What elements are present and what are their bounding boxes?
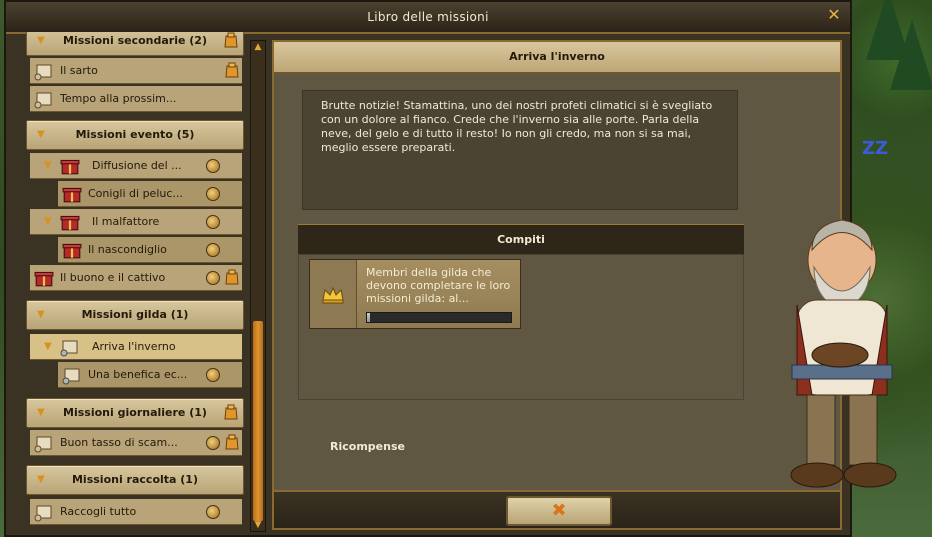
gift-icon [60, 215, 80, 231]
coin-icon [206, 271, 220, 285]
list-item-label: Diffusione del ... [92, 159, 182, 172]
chevron-down-icon: ▼ [37, 474, 45, 485]
list-item[interactable]: ▼ Diffusione del ... [30, 153, 242, 179]
section-missioni-secondarie[interactable]: ▼ Missioni secondarie (2) [26, 32, 244, 56]
section-missioni-evento[interactable]: ▼ Missioni evento (5) [26, 120, 244, 150]
list-item-label: Arriva l'inverno [92, 340, 176, 353]
bag-icon [225, 269, 239, 285]
tree [890, 20, 932, 90]
task-progress-fill [367, 313, 370, 322]
task-text: Membri della gilda che devono completare… [366, 266, 511, 305]
list-item[interactable]: Conigli di peluc... [58, 181, 242, 207]
scroll-icon [60, 340, 78, 357]
list-item-label: Il nascondiglio [88, 243, 167, 256]
task-card: Membri della gilda che devono completare… [309, 259, 521, 329]
coin-icon [206, 159, 220, 173]
list-item-label: Conigli di peluc... [88, 187, 183, 200]
scrollbar[interactable]: ▲ ▼ [250, 40, 266, 532]
chevron-down-icon: ▼ [44, 216, 52, 227]
list-item[interactable]: Il buono e il cattivo [30, 265, 242, 291]
bag-icon [225, 434, 239, 450]
scroll-icon [34, 64, 52, 81]
tasks-header: Compiti [298, 224, 744, 255]
scroll-icon [34, 436, 52, 453]
list-item[interactable]: ▼ Il malfattore [30, 209, 242, 235]
chevron-down-icon: ▼ [37, 309, 45, 320]
list-item[interactable]: Una benefica ec... [58, 362, 242, 388]
list-item[interactable]: Buon tasso di scam... [30, 430, 242, 456]
quest-book-window: Libro delle missioni ✕ ▼ Missioni second… [4, 0, 852, 537]
list-item-label: Tempo alla prossim... [60, 92, 177, 105]
list-item-label: Il sarto [60, 64, 98, 77]
gift-icon [62, 243, 82, 259]
bag-icon [224, 404, 238, 420]
list-item-label: Il buono e il cattivo [60, 271, 166, 284]
scroll-down-icon[interactable]: ▼ [251, 519, 265, 531]
scroll-icon [62, 368, 80, 385]
list-item-selected[interactable]: ▼ Arriva l'inverno [30, 334, 242, 360]
task-progress-bar [366, 312, 512, 323]
bag-icon [224, 32, 238, 48]
quest-title: Arriva l'inverno [274, 42, 840, 74]
chevron-down-icon: ▼ [44, 160, 52, 171]
scroll-up-icon[interactable]: ▲ [251, 41, 265, 53]
section-missioni-giornaliere[interactable]: ▼ Missioni giornaliere (1) [26, 398, 244, 428]
gift-icon [34, 271, 54, 287]
scrollbar-thumb[interactable] [253, 321, 263, 521]
list-item-label: Raccogli tutto [60, 505, 137, 518]
bag-icon [225, 62, 239, 78]
coin-icon [206, 368, 220, 382]
coin-icon [206, 187, 220, 201]
gift-icon [62, 187, 82, 203]
rewards-label: Ricompense [330, 440, 405, 453]
chevron-down-icon: ▼ [37, 129, 45, 140]
list-item[interactable]: Tempo alla prossim... [30, 86, 242, 112]
coin-icon [206, 215, 220, 229]
close-button[interactable]: ✖ [506, 496, 612, 526]
scroll-icon [34, 505, 52, 522]
scroll-icon [34, 92, 52, 109]
list-item[interactable]: Il nascondiglio [58, 237, 242, 263]
coin-icon [206, 505, 220, 519]
list-item-label: Buon tasso di scam... [60, 436, 178, 449]
crown-icon [322, 286, 344, 304]
close-icon[interactable]: ✕ [826, 7, 842, 23]
quest-description: Brutte notizie! Stamattina, uno dei nost… [302, 90, 738, 210]
chevron-down-icon: ▼ [37, 35, 45, 46]
zz-icon: ZZ [862, 138, 889, 159]
list-item[interactable]: Raccogli tutto [30, 499, 242, 525]
window-title: Libro delle missioni [6, 2, 850, 34]
chevron-down-icon: ▼ [37, 407, 45, 418]
list-item-label: Il malfattore [92, 215, 160, 228]
chevron-down-icon: ▼ [44, 341, 52, 352]
coin-icon [206, 243, 220, 257]
section-missioni-gilda[interactable]: ▼ Missioni gilda (1) [26, 300, 244, 330]
coin-icon [206, 436, 220, 450]
tasks-area: Membri della gilda che devono completare… [298, 254, 744, 400]
section-missioni-raccolta[interactable]: ▼ Missioni raccolta (1) [26, 465, 244, 495]
quest-list: ▼ Missioni secondarie (2) Il sarto Tempo… [14, 32, 246, 532]
gift-icon [60, 159, 80, 175]
list-item[interactable]: Il sarto [30, 58, 242, 84]
list-item-label: Una benefica ec... [88, 368, 188, 381]
dwarf-character [790, 219, 897, 488]
